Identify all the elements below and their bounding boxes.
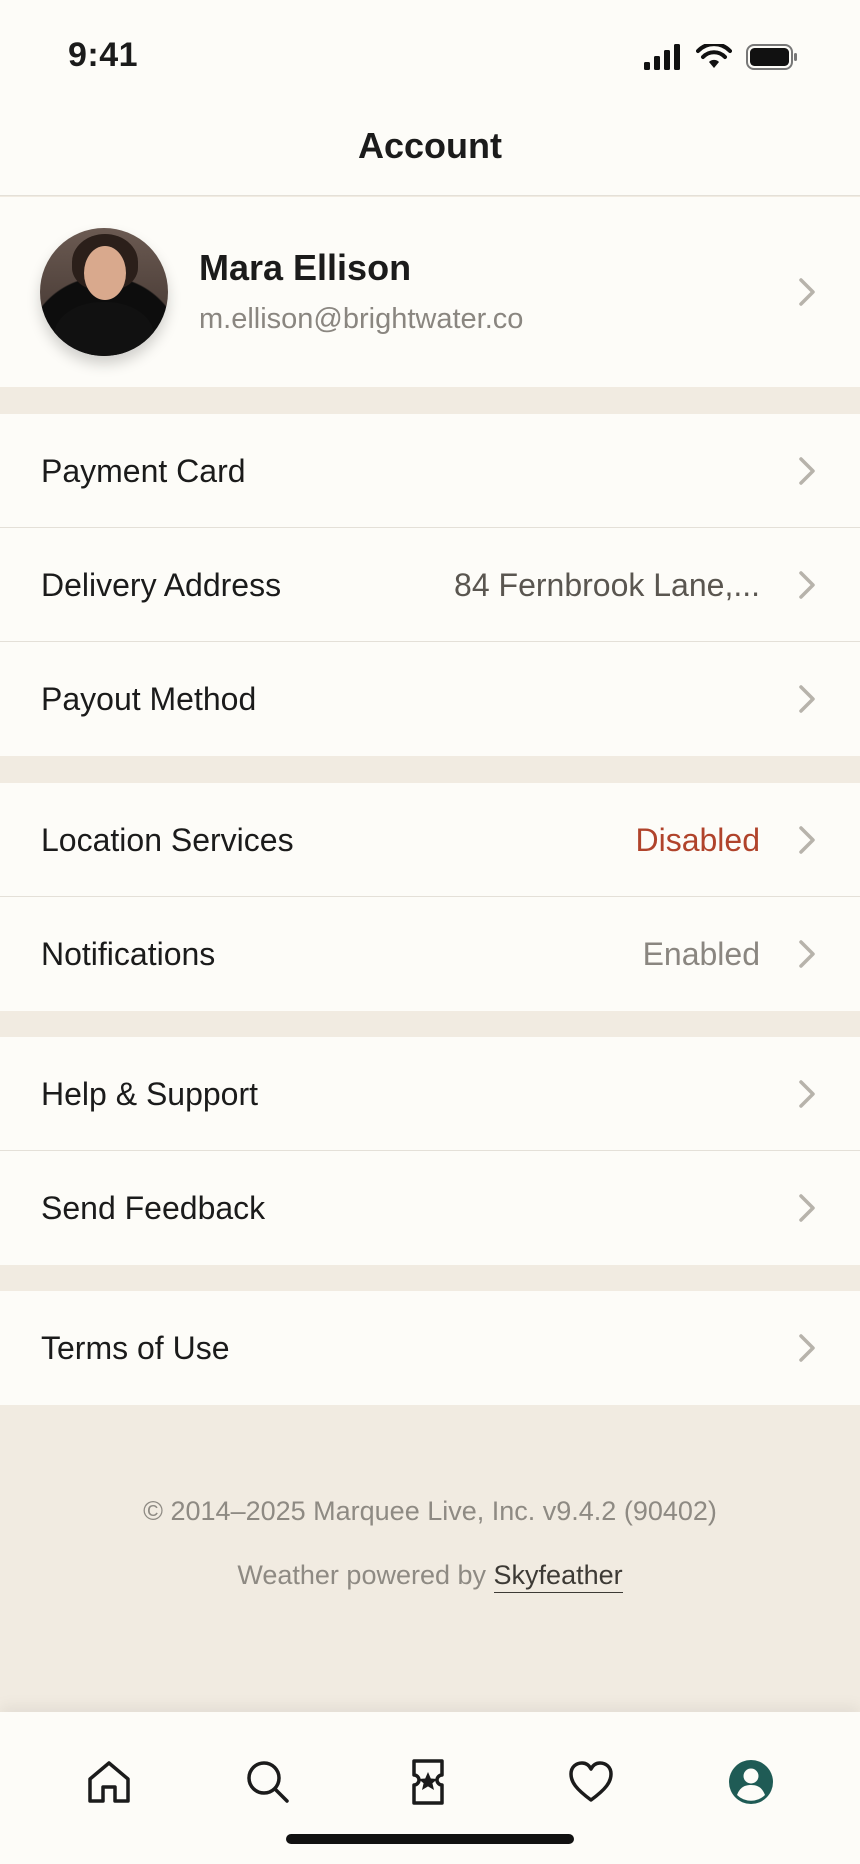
location-services-row[interactable]: Location Services Disabled	[0, 783, 860, 897]
status-icons	[644, 44, 798, 70]
copyright-text: © 2014–2025 Marquee Live, Inc. v9.4.2 (9…	[143, 1496, 717, 1526]
help-support-label: Help & Support	[41, 1076, 259, 1112]
skyfeather-link[interactable]: Skyfeather	[493, 1560, 623, 1593]
footer: © 2014–2025 Marquee Live, Inc. v9.4.2 (9…	[0, 1496, 860, 1527]
delivery-address-value: 84 Fernbrook Lane,...	[454, 567, 760, 603]
signal-icon	[644, 44, 680, 70]
weather-prefix: Weather powered by	[237, 1560, 487, 1590]
notifications-label: Notifications	[41, 936, 216, 972]
avatar	[40, 228, 168, 356]
chevron-right-icon	[799, 278, 815, 306]
location-services-status: Disabled	[635, 822, 760, 858]
send-feedback-label: Send Feedback	[41, 1190, 266, 1226]
legal-section: Terms of Use	[0, 1291, 860, 1405]
home-icon	[88, 1761, 130, 1803]
payment-card-label: Payment Card	[41, 453, 246, 489]
profile-icon	[729, 1760, 773, 1804]
home-indicator	[286, 1834, 574, 1844]
chevron-right-icon	[799, 570, 815, 599]
chevron-right-icon	[799, 1194, 815, 1222]
tab-favorites[interactable]	[561, 1752, 621, 1812]
send-feedback-row[interactable]: Send Feedback	[0, 1151, 860, 1265]
wifi-icon	[696, 44, 732, 68]
chevron-right-icon	[799, 940, 815, 968]
payout-method-label: Payout Method	[41, 681, 257, 717]
delivery-address-row[interactable]: Delivery Address 84 Fernbrook Lane,...	[0, 528, 860, 642]
ticket-star-icon	[412, 1759, 444, 1805]
support-section: Help & Support Send Feedback	[0, 1037, 860, 1265]
chevron-right-icon	[799, 1079, 815, 1108]
delivery-address-label: Delivery Address	[41, 567, 282, 603]
weather-attribution: Weather powered by Skyfeather	[0, 1560, 860, 1593]
search-icon	[247, 1761, 289, 1803]
nav-header: Account	[0, 96, 860, 196]
profile-email: m.ellison@brightwater.co	[199, 303, 524, 335]
profile-row[interactable]: Mara Ellison m.ellison@brightwater.co	[0, 197, 860, 387]
tab-profile[interactable]	[721, 1752, 781, 1812]
tab-home[interactable]	[79, 1752, 139, 1812]
notifications-row[interactable]: Notifications Enabled	[0, 897, 860, 1011]
chevron-right-icon	[799, 825, 815, 854]
payout-method-row[interactable]: Payout Method	[0, 642, 860, 756]
terms-of-use-row[interactable]: Terms of Use	[0, 1291, 860, 1405]
profile-name: Mara Ellison	[199, 247, 412, 288]
help-support-row[interactable]: Help & Support	[0, 1037, 860, 1151]
status-bar: 9:41	[0, 0, 860, 96]
tab-tickets[interactable]	[398, 1752, 458, 1812]
notifications-status: Enabled	[642, 936, 760, 972]
payments-section: Payment Card Delivery Address 84 Fernbro…	[0, 414, 860, 756]
heart-icon	[569, 1761, 613, 1802]
location-services-label: Location Services	[41, 822, 294, 858]
status-time: 9:41	[68, 36, 139, 74]
battery-icon	[746, 44, 797, 70]
chevron-right-icon	[799, 685, 815, 713]
payment-card-row[interactable]: Payment Card	[0, 414, 860, 528]
permissions-section: Location Services Disabled Notifications…	[0, 783, 860, 1011]
terms-of-use-label: Terms of Use	[41, 1330, 230, 1366]
chevron-right-icon	[799, 1334, 815, 1362]
tab-search[interactable]	[238, 1752, 298, 1812]
page-title: Account	[358, 124, 502, 166]
chevron-right-icon	[799, 456, 815, 485]
